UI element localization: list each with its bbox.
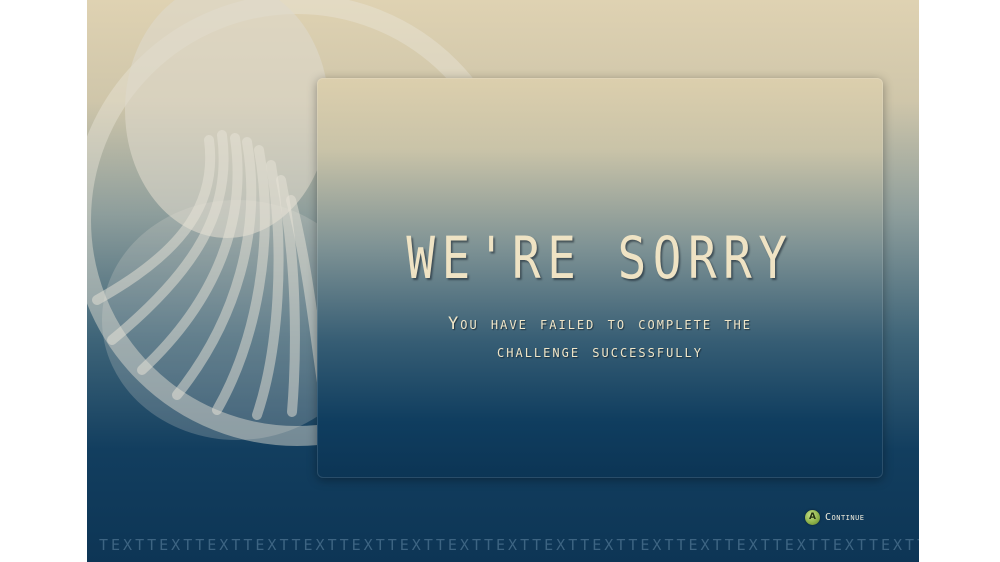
dialog-message: You have failed to complete the challeng… <box>337 310 863 366</box>
a-button-icon: A <box>805 509 820 525</box>
dialog-message-line-2: challenge successfully <box>497 342 703 362</box>
game-screen: WE'RE SORRY You have failed to complete … <box>87 0 919 562</box>
dialog-title: WE'RE SORRY <box>406 224 794 292</box>
text-ticker: TEXTTEXTTEXTTEXTTEXTTEXTTEXTTEXTTEXTTEXT… <box>99 536 919 554</box>
failure-dialog: WE'RE SORRY You have failed to complete … <box>317 78 883 478</box>
continue-label: Continue <box>825 511 865 523</box>
dialog-message-line-1: You have failed to complete the <box>447 314 753 334</box>
continue-button[interactable]: A Continue <box>805 507 865 527</box>
